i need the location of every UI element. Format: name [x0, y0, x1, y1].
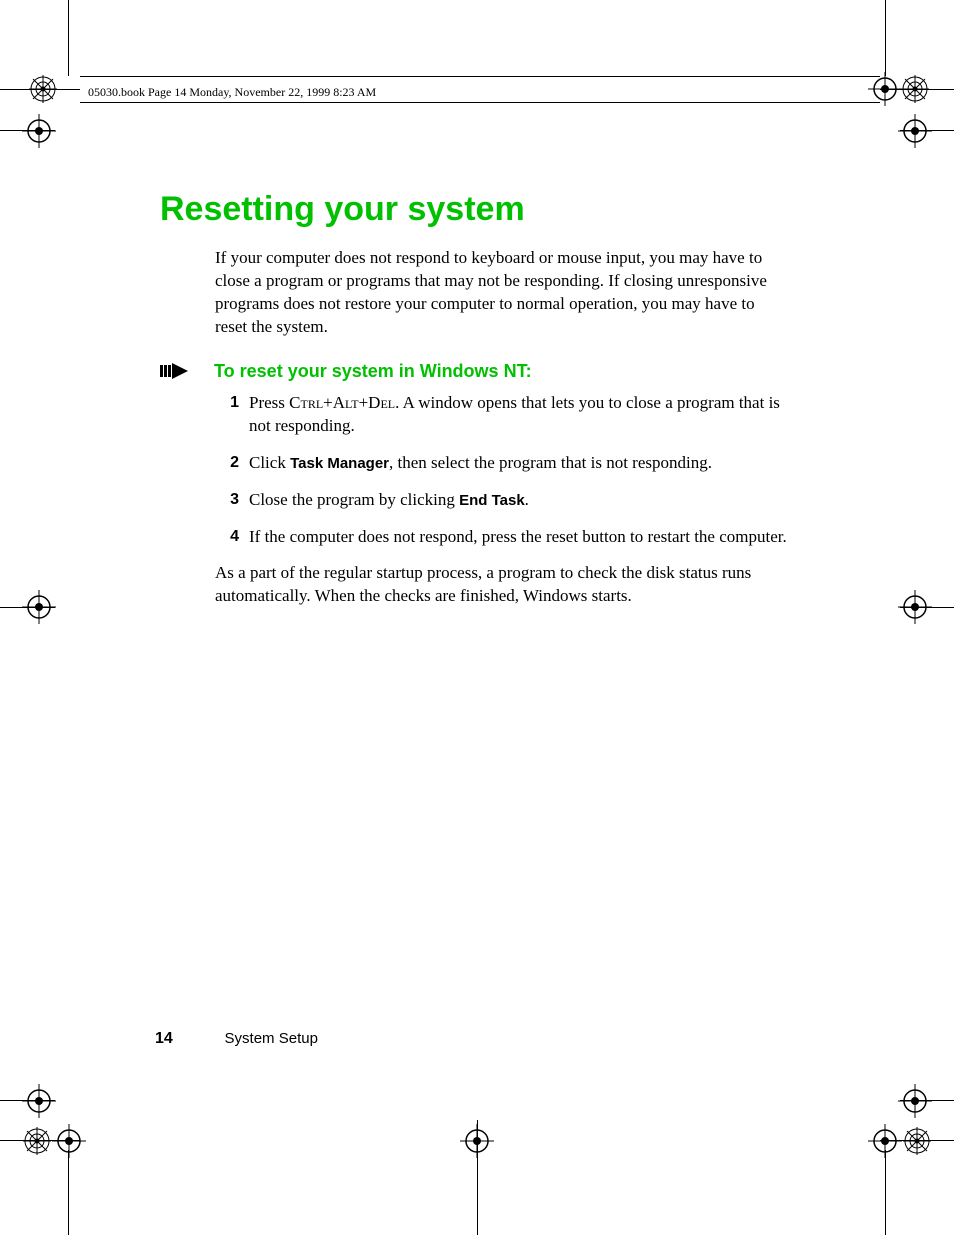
registration-mark-icon: [898, 114, 932, 148]
procedure-arrow-icon: [160, 363, 194, 379]
registration-mark-icon: [22, 114, 56, 148]
header-rule-bottom: [80, 102, 880, 103]
ui-label: End Task: [459, 492, 525, 509]
steps-list: 1 Press Ctrl+Alt+Del. A window opens tha…: [215, 392, 790, 549]
outro-paragraph: As a part of the regular startup process…: [215, 562, 790, 608]
registration-mark-icon: [460, 1124, 494, 1158]
text-run: Close the program by clicking: [249, 490, 459, 509]
content-block: Resetting your system If your computer d…: [160, 190, 790, 608]
step-4: 4 If the computer does not respond, pres…: [215, 526, 790, 549]
crop-line: [68, 1150, 69, 1235]
rosette-icon: [22, 1126, 52, 1156]
rosette-icon: [902, 1126, 932, 1156]
step-text: If the computer does not respond, press …: [249, 526, 790, 549]
text-run: , then select the program that is not re…: [389, 453, 712, 472]
registration-mark-icon: [22, 590, 56, 624]
step-number: 3: [215, 489, 239, 511]
header-rule-top: [80, 76, 880, 77]
step-text: Press Ctrl+Alt+Del. A window opens that …: [249, 392, 790, 438]
section-name: System Setup: [225, 1030, 318, 1047]
crop-line: [885, 1150, 886, 1235]
text-run: Press: [249, 393, 289, 412]
registration-mark-icon: [868, 1124, 902, 1158]
procedure-subhead: To reset your system in Windows NT:: [214, 361, 532, 382]
step-number: 4: [215, 526, 239, 548]
text-run: .: [525, 490, 529, 509]
step-number: 2: [215, 452, 239, 474]
step-2: 2 Click Task Manager, then select the pr…: [215, 452, 790, 475]
registration-mark-icon: [898, 590, 932, 624]
step-text: Click Task Manager, then select the prog…: [249, 452, 790, 475]
text-run: Click: [249, 453, 290, 472]
ui-label: Task Manager: [290, 455, 389, 472]
registration-mark-icon: [868, 72, 902, 106]
step-text: Close the program by clicking End Task.: [249, 489, 790, 512]
step-3: 3 Close the program by clicking End Task…: [215, 489, 790, 512]
header-meta-text: 05030.book Page 14 Monday, November 22, …: [88, 85, 376, 100]
step-number: 1: [215, 392, 239, 414]
step-1: 1 Press Ctrl+Alt+Del. A window opens tha…: [215, 392, 790, 438]
crop-line: [885, 0, 886, 76]
registration-mark-icon: [22, 1084, 56, 1118]
rosette-icon: [28, 74, 58, 104]
intro-paragraph: If your computer does not respond to key…: [215, 247, 790, 339]
crop-line: [68, 0, 69, 76]
rosette-icon: [900, 74, 930, 104]
registration-mark-icon: [52, 1124, 86, 1158]
page: 05030.book Page 14 Monday, November 22, …: [0, 0, 954, 1235]
registration-mark-icon: [898, 1084, 932, 1118]
page-number: 14: [155, 1030, 173, 1047]
keycap-text: Ctrl+Alt+Del: [289, 393, 395, 412]
page-footer: 14 System Setup: [155, 1030, 318, 1048]
subhead-row: To reset your system in Windows NT:: [160, 361, 790, 382]
page-title: Resetting your system: [160, 190, 790, 229]
